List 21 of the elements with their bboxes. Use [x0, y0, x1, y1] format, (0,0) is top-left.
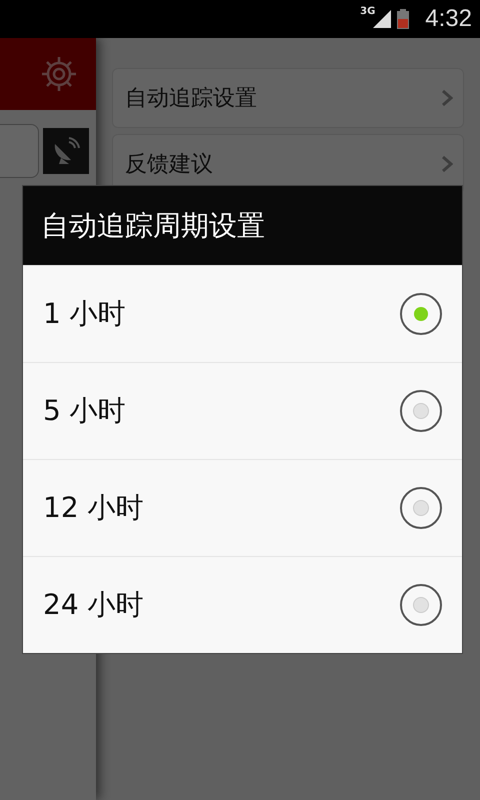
- radio-button[interactable]: [400, 390, 442, 432]
- chevron-right-icon: [441, 89, 453, 107]
- battery-icon: [397, 9, 410, 29]
- radio-button[interactable]: [400, 584, 442, 626]
- input-field[interactable]: [0, 124, 39, 178]
- signal-icon: [373, 10, 392, 28]
- option-label: 1 小时: [43, 296, 126, 332]
- satellite-dish-button[interactable]: [43, 128, 89, 174]
- option-label: 24 小时: [43, 587, 144, 623]
- radio-button[interactable]: [400, 487, 442, 529]
- option-row[interactable]: 5 小时: [23, 362, 462, 459]
- option-label: 5 小时: [43, 393, 126, 429]
- dialog-title: 自动追踪周期设置: [23, 186, 462, 265]
- option-row[interactable]: 12 小时: [23, 459, 462, 556]
- radio-button[interactable]: [400, 293, 442, 335]
- chevron-right-icon: [441, 155, 453, 173]
- option-label: 12 小时: [43, 490, 144, 526]
- option-row[interactable]: 24 小时: [23, 556, 462, 653]
- clock: 4:32: [425, 5, 472, 33]
- option-row[interactable]: 1 小时: [23, 265, 462, 362]
- network-type: 3G: [360, 6, 376, 17]
